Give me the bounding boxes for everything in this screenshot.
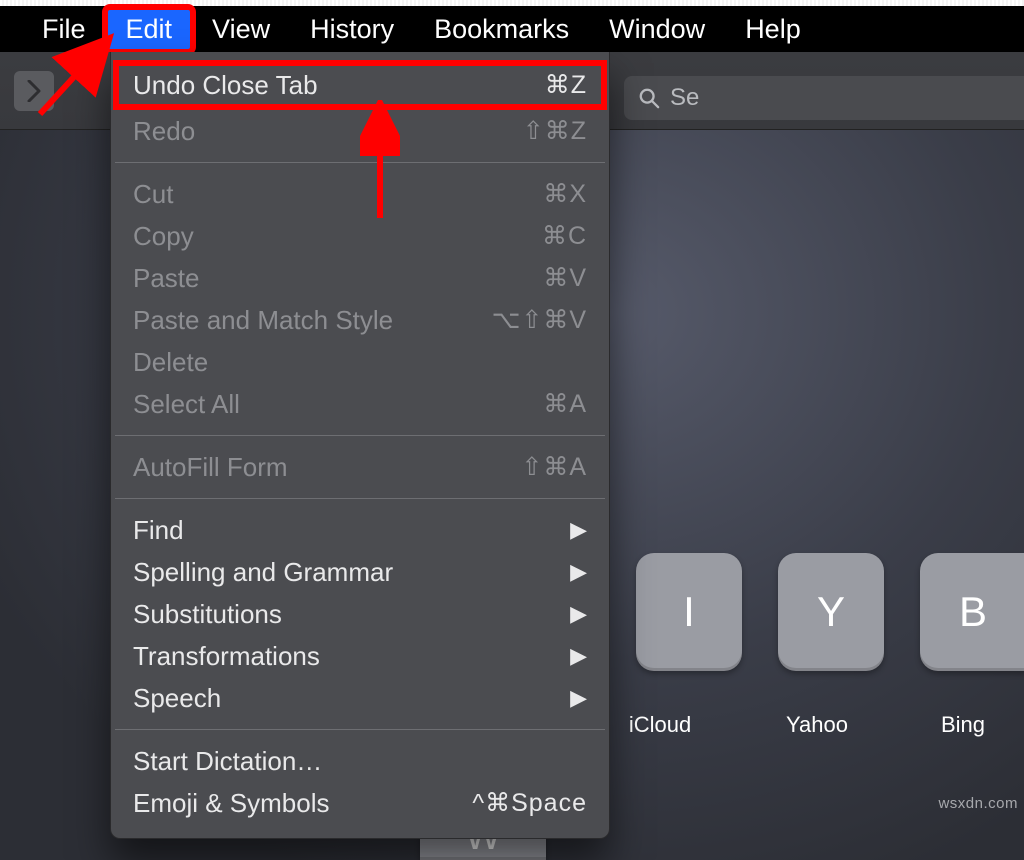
- submenu-arrow-icon: ▶: [570, 681, 587, 715]
- menu-item-label: Emoji & Symbols: [133, 786, 330, 820]
- menu-item-shortcut: ⇧⌘A: [521, 450, 587, 484]
- menu-item-undo-close-tab[interactable]: Undo Close Tab ⌘Z: [115, 62, 605, 108]
- menu-item-label: Copy: [133, 219, 194, 253]
- menu-view[interactable]: View: [192, 8, 290, 51]
- key-y[interactable]: Y: [778, 553, 884, 671]
- menu-item-shortcut: ^⌘Space: [472, 786, 587, 820]
- key-label-bing: Bing: [918, 712, 1008, 738]
- menu-item-label: Delete: [133, 345, 208, 379]
- menu-separator: [115, 162, 605, 163]
- forward-button[interactable]: [14, 71, 54, 111]
- menu-item-select-all: Select All ⌘A: [111, 383, 609, 425]
- menu-separator: [115, 435, 605, 436]
- menu-item-shortcut: ⌘A: [543, 387, 587, 421]
- menu-item-label: Start Dictation…: [133, 744, 322, 778]
- menu-item-redo: Redo ⇧⌘Z: [111, 110, 609, 152]
- menu-history[interactable]: History: [290, 8, 414, 51]
- menu-item-speech[interactable]: Speech ▶: [111, 677, 609, 719]
- submenu-arrow-icon: ▶: [570, 639, 587, 673]
- menu-item-spelling-and-grammar[interactable]: Spelling and Grammar ▶: [111, 551, 609, 593]
- menu-item-shortcut: ⇧⌘Z: [523, 114, 587, 148]
- menu-item-copy: Copy ⌘C: [111, 215, 609, 257]
- menu-bookmarks[interactable]: Bookmarks: [414, 8, 589, 51]
- menubar: File Edit View History Bookmarks Window …: [0, 6, 1024, 52]
- menu-item-label: Find: [133, 513, 184, 547]
- search-field[interactable]: Se: [624, 76, 1024, 120]
- menu-item-delete: Delete: [111, 341, 609, 383]
- menu-item-label: Spelling and Grammar: [133, 555, 393, 589]
- watermark: wsxdn.com: [938, 795, 1018, 812]
- search-icon: [638, 87, 660, 109]
- menu-item-label: AutoFill Form: [133, 450, 288, 484]
- key-i[interactable]: I: [636, 553, 742, 671]
- menu-item-label: Substitutions: [133, 597, 282, 631]
- menu-separator: [115, 729, 605, 730]
- menu-item-start-dictation[interactable]: Start Dictation…: [111, 740, 609, 782]
- menu-item-cut: Cut ⌘X: [111, 173, 609, 215]
- menu-item-label: Transformations: [133, 639, 320, 673]
- submenu-arrow-icon: ▶: [570, 597, 587, 631]
- chevron-right-icon: [27, 80, 41, 102]
- menu-separator: [115, 498, 605, 499]
- search-placeholder: Se: [670, 84, 699, 112]
- menu-item-shortcut: ⌘X: [543, 177, 587, 211]
- menu-file[interactable]: File: [22, 8, 106, 51]
- menu-item-substitutions[interactable]: Substitutions ▶: [111, 593, 609, 635]
- menu-item-shortcut: ⌥⇧⌘V: [492, 303, 587, 337]
- key-label-icloud: iCloud: [620, 712, 700, 738]
- menu-item-label: Redo: [133, 114, 195, 148]
- menu-item-emoji-symbols[interactable]: Emoji & Symbols ^⌘Space: [111, 782, 609, 824]
- menu-item-label: Speech: [133, 681, 221, 715]
- menu-item-shortcut: ⌘V: [543, 261, 587, 295]
- edit-menu-dropdown: Undo Close Tab ⌘Z Redo ⇧⌘Z Cut ⌘X Copy ⌘C Paste ⌘…: [110, 52, 610, 839]
- menu-edit[interactable]: Edit: [106, 8, 193, 51]
- submenu-arrow-icon: ▶: [570, 513, 587, 547]
- menu-item-autofill-form: AutoFill Form ⇧⌘A: [111, 446, 609, 488]
- menu-item-label: Cut: [133, 177, 173, 211]
- menu-window[interactable]: Window: [589, 8, 725, 51]
- submenu-arrow-icon: ▶: [570, 555, 587, 589]
- menu-item-shortcut: ⌘C: [542, 219, 587, 253]
- menu-item-label: Paste and Match Style: [133, 303, 393, 337]
- menu-item-paste: Paste ⌘V: [111, 257, 609, 299]
- menu-item-paste-and-match-style: Paste and Match Style ⌥⇧⌘V: [111, 299, 609, 341]
- menu-item-label: Select All: [133, 387, 240, 421]
- menu-item-find[interactable]: Find ▶: [111, 509, 609, 551]
- menu-item-label: Paste: [133, 261, 200, 295]
- menu-item-label: Undo Close Tab: [133, 68, 318, 102]
- menu-item-shortcut: ⌘Z: [545, 68, 587, 102]
- menu-help[interactable]: Help: [725, 8, 821, 51]
- key-b[interactable]: B: [920, 553, 1024, 671]
- menu-item-transformations[interactable]: Transformations ▶: [111, 635, 609, 677]
- key-label-yahoo: Yahoo: [762, 712, 872, 738]
